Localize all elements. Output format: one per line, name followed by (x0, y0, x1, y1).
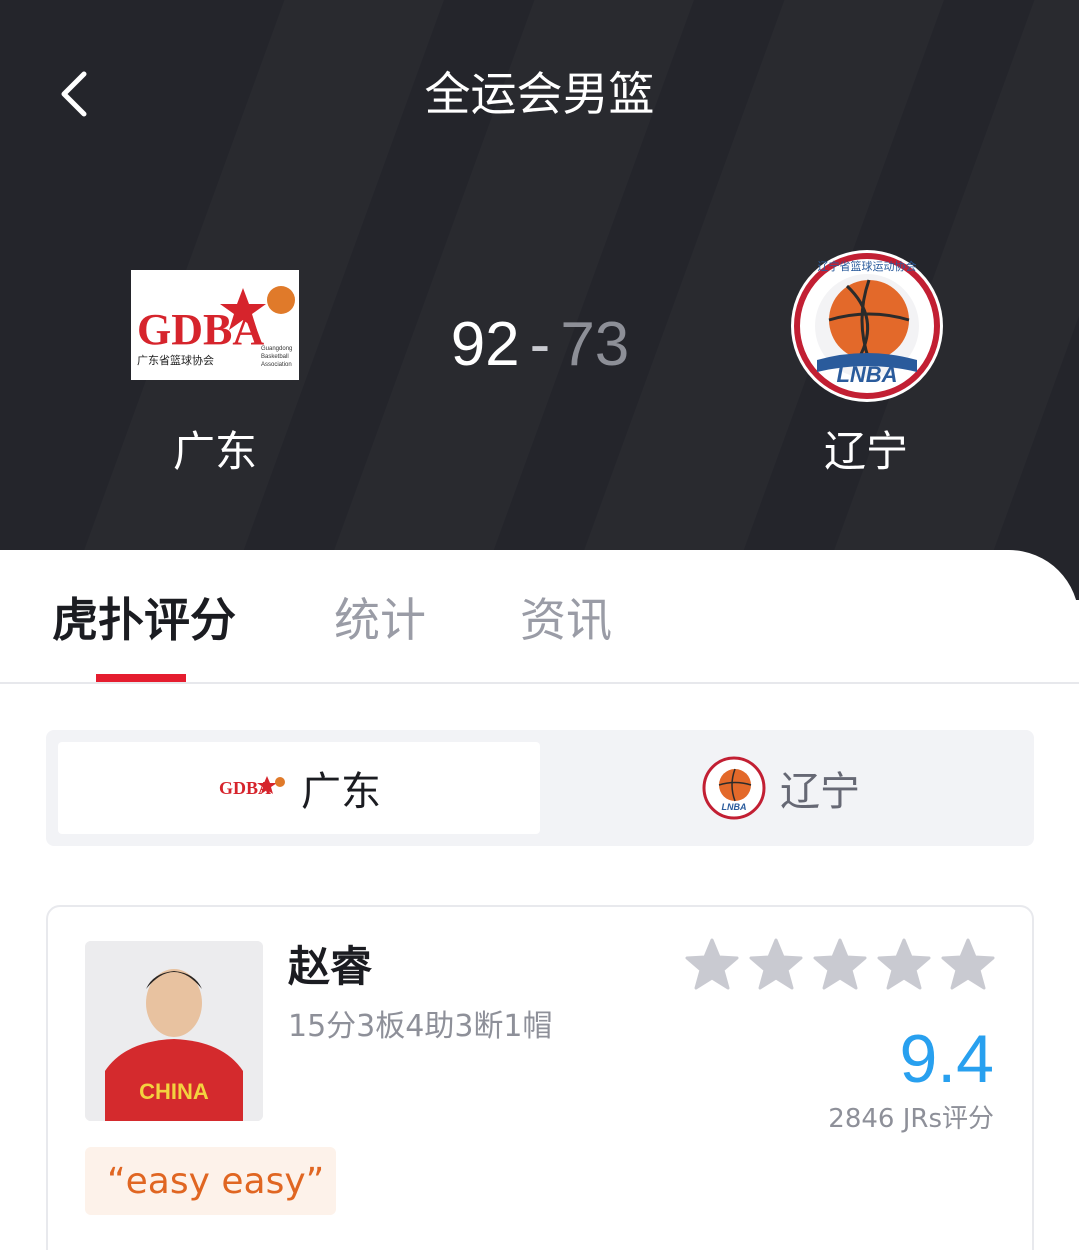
team-switch-home[interactable]: GDBA 广东 (58, 742, 540, 834)
team-switch-home-label: 广东 (301, 769, 381, 815)
star-icon[interactable] (684, 937, 740, 993)
content-panel: 虎扑评分 统计 资讯 GDBA 广东 LNBA 辽宁 CHINA 赵睿 15分3… (0, 550, 1079, 1250)
home-team-name: 广东 (172, 427, 257, 476)
star-icon[interactable] (748, 937, 804, 993)
home-team-logo-small: GDBA (219, 776, 285, 798)
away-team-logo[interactable]: LNBA 辽宁省篮球运动协会 (789, 248, 945, 404)
tab-hupu-rating[interactable]: 虎扑评分 (52, 588, 236, 652)
home-team-logo[interactable]: GDBA 广东省篮球协会 Guangdong Basketball Associ… (131, 270, 299, 380)
team-switch: GDBA 广东 LNBA 辽宁 (46, 730, 1034, 846)
logo-subtext-en: Basketball (261, 354, 289, 360)
away-score: 73 (560, 310, 630, 379)
active-tab-indicator (96, 674, 186, 682)
star-icon[interactable] (940, 937, 996, 993)
star-icon[interactable] (812, 937, 868, 993)
logo-subtext: 广东省篮球协会 (137, 353, 214, 367)
player-rating-card[interactable]: CHINA 赵睿 15分3板4助3断1帽 9.4 2846 JRs评分 “eas… (46, 905, 1034, 1250)
logo-ball (267, 286, 295, 314)
player-rating-score: 9.4 (899, 1021, 994, 1097)
player-photo: CHINA (85, 941, 263, 1121)
rating-stars (684, 937, 996, 993)
home-score: 92 (450, 310, 520, 379)
basketball-icon (829, 280, 909, 360)
team-switch-away[interactable]: LNBA 辽宁 (540, 742, 1022, 834)
scoreboard: 92-73 (400, 305, 680, 385)
logo-text: LNBA (836, 362, 897, 387)
game-header: 全运会男篮 GDBA 广东省篮球协会 Guangdong Basketball … (0, 0, 1079, 600)
tab-bar: 虎扑评分 统计 资讯 (0, 550, 1079, 684)
tab-news[interactable]: 资讯 (520, 588, 612, 652)
star-icon[interactable] (876, 937, 932, 993)
rating-count: 2846 JRs评分 (828, 1104, 994, 1134)
team-switch-away-label: 辽宁 (780, 769, 860, 815)
player-name: 赵睿 (288, 942, 373, 991)
away-team-name: 辽宁 (823, 427, 908, 476)
score-separator: - (529, 310, 551, 379)
logo-subtext-en: Guangdong (261, 346, 292, 352)
tab-statistics[interactable]: 统计 (334, 588, 426, 652)
logo-text: LNBA (722, 802, 747, 812)
top-comment-tag[interactable]: “easy easy” (85, 1147, 337, 1215)
jersey-text: CHINA (139, 1079, 209, 1104)
logo-ring-text: 辽宁省篮球运动协会 (818, 259, 917, 273)
page-title: 全运会男篮 (424, 67, 655, 121)
logo-subtext-en: Association (261, 362, 292, 368)
player-stat-line: 15分3板4助3断1帽 (288, 1009, 553, 1044)
away-team-logo-small: LNBA (702, 756, 766, 820)
